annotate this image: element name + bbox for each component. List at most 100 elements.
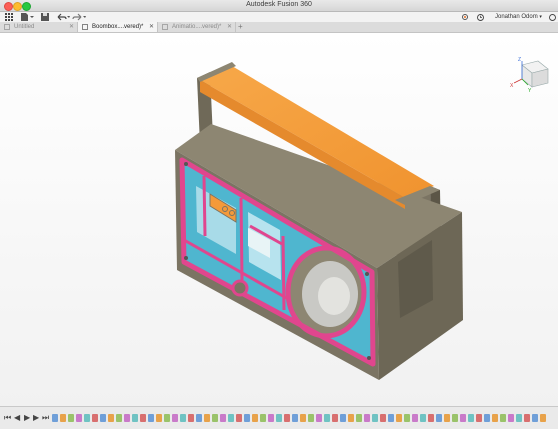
timeline-feature-icon[interactable] (316, 414, 322, 422)
undo-icon (57, 13, 70, 21)
close-icon[interactable]: ✕ (69, 22, 74, 32)
skip-start-icon[interactable]: ⏮ (4, 413, 11, 423)
timeline-feature-icon[interactable] (124, 414, 130, 422)
timeline-feature-icon[interactable] (508, 414, 514, 422)
speaker-center (318, 277, 350, 315)
timeline-feature-icon[interactable] (164, 414, 170, 422)
close-icon[interactable]: ✕ (227, 22, 232, 32)
timeline-feature-icon[interactable] (524, 414, 530, 422)
timeline-feature-icon[interactable] (268, 414, 274, 422)
timeline-feature-icon[interactable] (100, 414, 106, 422)
save-button[interactable] (40, 12, 49, 22)
frame-divider-2 (239, 197, 244, 281)
screw-1 (184, 162, 188, 166)
timeline-feature-icon[interactable] (204, 414, 210, 422)
play-icon[interactable]: ▶ (24, 413, 30, 423)
file-menu-button[interactable] (20, 12, 34, 22)
timeline-feature-icon[interactable] (308, 414, 314, 422)
timeline-feature-icon[interactable] (420, 414, 426, 422)
timeline-feature-icon[interactable] (468, 414, 474, 422)
timeline-feature-icon[interactable] (148, 414, 154, 422)
timeline-feature-icon[interactable] (484, 414, 490, 422)
timeline-feature-icon[interactable] (348, 414, 354, 422)
timeline-feature-icon[interactable] (236, 414, 242, 422)
step-forward-icon[interactable]: ▶ (33, 413, 39, 423)
frame-divider-1 (202, 175, 207, 237)
file-icon (21, 13, 34, 21)
timeline-feature-icon[interactable] (212, 414, 218, 422)
timeline-feature-icon[interactable] (412, 414, 418, 422)
record-icon[interactable] (462, 14, 468, 20)
skip-end-icon[interactable]: ⏭ (42, 413, 49, 423)
tab-boombox[interactable]: Boombox....vered)* ✕ (78, 22, 158, 32)
timeline-feature-icon[interactable] (220, 414, 226, 422)
undo-button[interactable] (56, 12, 70, 22)
timeline-feature-icon[interactable] (52, 414, 58, 422)
viewport-canvas[interactable]: Z X Y (0, 33, 558, 406)
timeline-feature-icon[interactable] (372, 414, 378, 422)
timeline-feature-icon[interactable] (276, 414, 282, 422)
tab-label: Untitled (14, 24, 35, 30)
timeline-feature-icon[interactable] (196, 414, 202, 422)
timeline-feature-icon[interactable] (500, 414, 506, 422)
screw-4 (367, 356, 371, 360)
timeline-feature-icon[interactable] (260, 414, 266, 422)
timeline-feature-icon[interactable] (76, 414, 82, 422)
timeline-feature-icon[interactable] (332, 414, 338, 422)
timeline-feature-icon[interactable] (292, 414, 298, 422)
user-menu[interactable]: Jonathan Odom ▾ (495, 12, 542, 22)
timeline-feature-icon[interactable] (324, 414, 330, 422)
clock-button[interactable] (476, 12, 485, 22)
timeline-feature-icon[interactable] (340, 414, 346, 422)
timeline-feature-icon[interactable] (84, 414, 90, 422)
timeline-feature-icon[interactable] (380, 414, 386, 422)
timeline-feature-icon[interactable] (476, 414, 482, 422)
tab-untitled[interactable]: Untitled ✕ (0, 22, 78, 32)
timeline-feature-icon[interactable] (492, 414, 498, 422)
step-back-icon[interactable]: ◀ (14, 413, 20, 423)
timeline-feature-icon[interactable] (132, 414, 138, 422)
timeline-feature-icon[interactable] (252, 414, 258, 422)
timeline-feature-icon[interactable] (188, 414, 194, 422)
timeline-feature-icon[interactable] (532, 414, 538, 422)
timeline-feature-icon[interactable] (300, 414, 306, 422)
timeline-feature-icon[interactable] (116, 414, 122, 422)
timeline-feature-icon[interactable] (428, 414, 434, 422)
redo-button[interactable] (72, 12, 86, 22)
timeline-feature-icon[interactable] (92, 414, 98, 422)
timeline-feature-icon[interactable] (404, 414, 410, 422)
help-button[interactable] (548, 12, 556, 22)
timeline-feature-icon[interactable] (516, 414, 522, 422)
timeline-feature-icon[interactable] (60, 414, 66, 422)
save-icon (40, 13, 49, 21)
timeline-feature-icon[interactable] (356, 414, 362, 422)
timeline-feature-icon[interactable] (396, 414, 402, 422)
timeline-feature-icon[interactable] (540, 414, 546, 422)
timeline-feature-icon[interactable] (140, 414, 146, 422)
document-icon (82, 24, 88, 30)
timeline-feature-icon[interactable] (172, 414, 178, 422)
timeline-feature-icon[interactable] (364, 414, 370, 422)
timeline-feature-icon[interactable] (244, 414, 250, 422)
timeline-feature-icon[interactable] (388, 414, 394, 422)
title-bar: Autodesk Fusion 360 (0, 0, 558, 12)
timeline-feature-icon[interactable] (436, 414, 442, 422)
apps-button[interactable] (4, 12, 14, 22)
timeline-feature-icon[interactable] (68, 414, 74, 422)
timeline-feature-icon[interactable] (156, 414, 162, 422)
timeline-feature-icon[interactable] (452, 414, 458, 422)
timeline-feature-icon[interactable] (228, 414, 234, 422)
window-title: Autodesk Fusion 360 (246, 1, 312, 8)
timeline-feature-icon[interactable] (460, 414, 466, 422)
tab-animation[interactable]: Animatio....vered)* ✕ (158, 22, 236, 32)
timeline-feature-icon[interactable] (284, 414, 290, 422)
timeline-feature-icon[interactable] (108, 414, 114, 422)
timeline: ⏮ ◀ ▶ ▶ ⏭ (0, 406, 558, 429)
timeline-feature-icon[interactable] (180, 414, 186, 422)
add-tab-button[interactable]: + (238, 22, 243, 32)
boombox-model[interactable] (0, 33, 558, 406)
timeline-feature-icon[interactable] (444, 414, 450, 422)
clock-icon (477, 13, 484, 21)
timeline-features[interactable] (52, 413, 552, 423)
close-icon[interactable]: ✕ (149, 22, 154, 32)
